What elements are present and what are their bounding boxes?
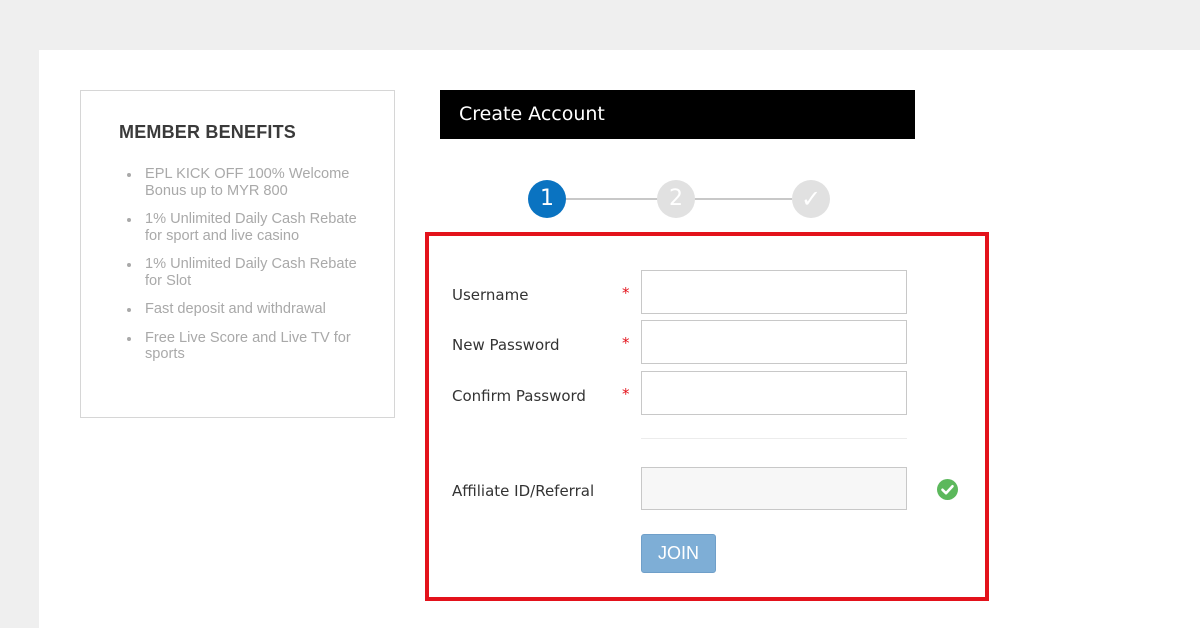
affiliate-input[interactable] [641, 467, 907, 510]
create-account-header: Create Account [440, 90, 915, 139]
confirm-password-label: Confirm Password [452, 387, 586, 405]
username-required-mark: * [622, 284, 630, 302]
step-complete-check-icon: ✓ [792, 180, 830, 218]
username-label: Username [452, 286, 529, 304]
check-circle-icon [937, 479, 958, 500]
confirm-password-required-mark: * [622, 385, 630, 403]
step-connector [694, 198, 792, 200]
benefit-item: 1% Unlimited Daily Cash Rebate for Slot [127, 256, 367, 289]
confirm-password-input[interactable] [641, 371, 907, 415]
username-input[interactable] [641, 270, 907, 314]
step-2-indicator: 2 [657, 180, 695, 218]
step-connector [566, 198, 658, 200]
new-password-input[interactable] [641, 320, 907, 364]
benefit-item: Fast deposit and withdrawal [127, 301, 367, 318]
registration-form: Username * New Password * Confirm Passwo… [425, 232, 989, 601]
join-button[interactable]: JOIN [641, 534, 716, 573]
benefits-title: MEMBER BENEFITS [119, 122, 297, 142]
form-divider [641, 438, 907, 439]
benefits-list: EPL KICK OFF 100% Welcome Bonus up to MY… [127, 166, 367, 375]
new-password-label: New Password [452, 336, 560, 354]
benefit-item: Free Live Score and Live TV for sports [127, 330, 367, 363]
new-password-required-mark: * [622, 334, 630, 352]
member-benefits-panel: MEMBER BENEFITS EPL KICK OFF 100% Welcom… [80, 90, 395, 418]
step-1-indicator: 1 [528, 180, 566, 218]
affiliate-label: Affiliate ID/Referral [452, 482, 595, 500]
progress-stepper: 1 2 ✓ [528, 180, 830, 218]
benefit-item: 1% Unlimited Daily Cash Rebate for sport… [127, 211, 367, 244]
benefit-item: EPL KICK OFF 100% Welcome Bonus up to MY… [127, 166, 367, 199]
